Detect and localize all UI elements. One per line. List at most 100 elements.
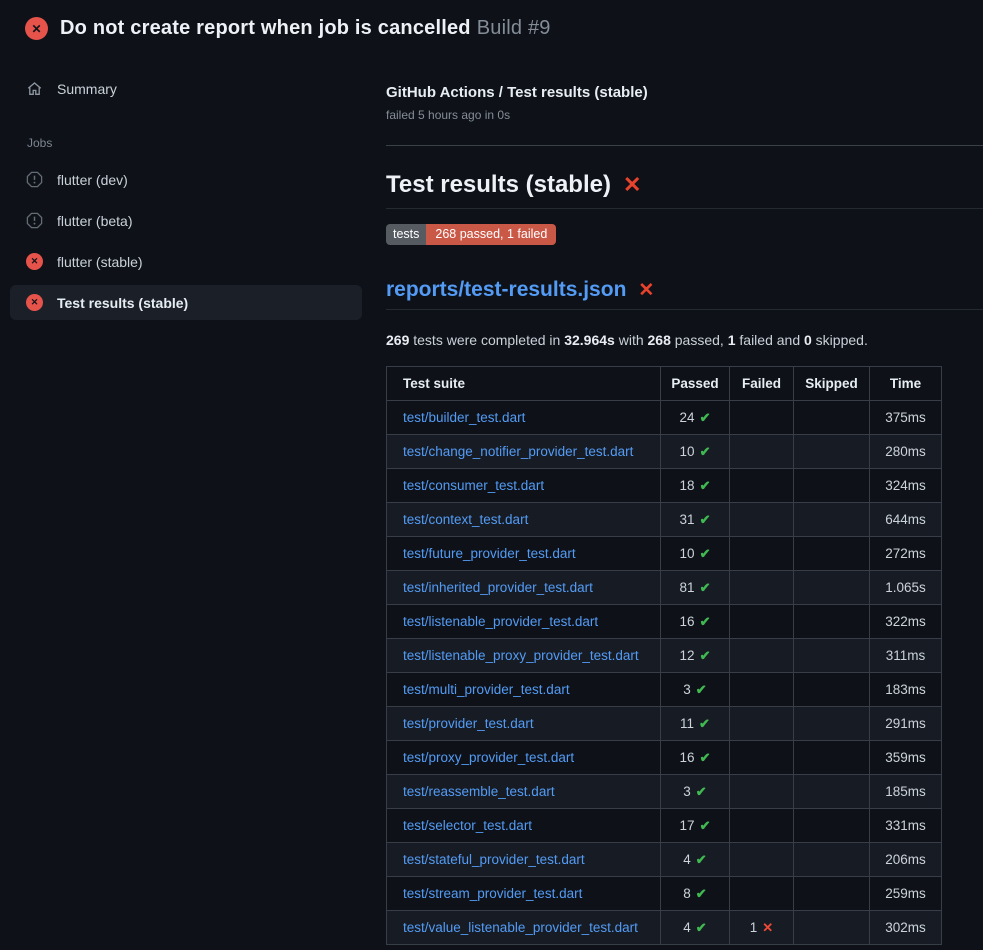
sidebar-item-summary[interactable]: Summary [10, 72, 362, 106]
skipped-cell [794, 435, 870, 469]
report-title: reports/test-results.json ✕ [386, 278, 983, 310]
check-icon: ✔ [700, 512, 711, 527]
suite-link[interactable]: test/multi_provider_test.dart [403, 682, 570, 697]
table-row: test/future_provider_test.dart10✔272ms [387, 537, 942, 571]
sidebar: Summary Jobs flutter (dev)flutter (beta)… [0, 54, 386, 326]
passed-cell: 8✔ [661, 877, 730, 911]
summary-segment: 268 [648, 332, 671, 348]
column-header-skipped: Skipped [794, 367, 870, 401]
suite-link[interactable]: test/listenable_proxy_provider_test.dart [403, 648, 639, 663]
check-icon: ✔ [696, 784, 707, 799]
passed-cell: 81✔ [661, 571, 730, 605]
sidebar-item-label: Summary [57, 81, 117, 97]
suite-link[interactable]: test/change_notifier_provider_test.dart [403, 444, 633, 459]
table-row: test/proxy_provider_test.dart16✔359ms [387, 741, 942, 775]
failed-cell [730, 605, 794, 639]
column-header-test-suite: Test suite [387, 367, 661, 401]
skipped-cell [794, 605, 870, 639]
suite-link[interactable]: test/context_test.dart [403, 512, 528, 527]
passed-cell: 18✔ [661, 469, 730, 503]
check-run-header: ✕ Do not create report when job is cance… [0, 0, 983, 54]
failed-cell [730, 571, 794, 605]
check-status-text: failed 5 hours ago in 0s [386, 108, 983, 122]
failed-cell [730, 877, 794, 911]
suite-link[interactable]: test/proxy_provider_test.dart [403, 750, 574, 765]
summary-segment: 32.964s [564, 332, 615, 348]
suite-link[interactable]: test/listenable_provider_test.dart [403, 614, 598, 629]
table-row: test/listenable_provider_test.dart16✔322… [387, 605, 942, 639]
failed-cell [730, 741, 794, 775]
time-cell: 359ms [870, 741, 942, 775]
suite-link[interactable]: test/selector_test.dart [403, 818, 532, 833]
failed-x-icon: ✕ [623, 172, 641, 198]
check-icon: ✔ [700, 478, 711, 493]
skipped-cell [794, 877, 870, 911]
check-icon: ✔ [700, 750, 711, 765]
sidebar-item-job[interactable]: flutter (dev) [10, 162, 362, 197]
suite-link[interactable]: test/reassemble_test.dart [403, 784, 555, 799]
summary-segment: skipped. [812, 332, 868, 348]
table-row: test/value_listenable_provider_test.dart… [387, 911, 942, 945]
table-row: test/selector_test.dart17✔331ms [387, 809, 942, 843]
test-summary: 269 tests were completed in 32.964s with… [386, 332, 983, 348]
table-header-row: Test suitePassedFailedSkippedTime [387, 367, 942, 401]
failed-cell [730, 469, 794, 503]
sidebar-item-job[interactable]: ✕Test results (stable) [10, 285, 362, 320]
time-cell: 291ms [870, 707, 942, 741]
skipped-cell [794, 401, 870, 435]
failed-cell [730, 707, 794, 741]
suite-link[interactable]: test/builder_test.dart [403, 410, 525, 425]
failed-cell: 1✕ [730, 911, 794, 945]
passed-cell: 17✔ [661, 809, 730, 843]
failed-cell [730, 639, 794, 673]
suite-link[interactable]: test/inherited_provider_test.dart [403, 580, 593, 595]
suite-link[interactable]: test/stream_provider_test.dart [403, 886, 582, 901]
check-content: GitHub Actions / Test results (stable) f… [386, 54, 983, 945]
failed-cell [730, 537, 794, 571]
time-cell: 375ms [870, 401, 942, 435]
sidebar-item-label: flutter (beta) [57, 213, 132, 229]
suite-link[interactable]: test/value_listenable_provider_test.dart [403, 920, 638, 935]
sidebar-item-label: flutter (dev) [57, 172, 128, 188]
skipped-cell [794, 707, 870, 741]
time-cell: 1.065s [870, 571, 942, 605]
time-cell: 302ms [870, 911, 942, 945]
suite-link[interactable]: test/consumer_test.dart [403, 478, 544, 493]
test-results-table: Test suitePassedFailedSkippedTime test/b… [386, 366, 942, 945]
column-header-passed: Passed [661, 367, 730, 401]
time-cell: 259ms [870, 877, 942, 911]
summary-segment: passed, [671, 332, 728, 348]
suite-link[interactable]: test/future_provider_test.dart [403, 546, 576, 561]
time-cell: 183ms [870, 673, 942, 707]
passed-cell: 3✔ [661, 673, 730, 707]
suite-link[interactable]: test/provider_test.dart [403, 716, 534, 731]
passed-cell: 24✔ [661, 401, 730, 435]
table-row: test/consumer_test.dart18✔324ms [387, 469, 942, 503]
page-title: Do not create report when job is cancell… [60, 17, 551, 40]
table-row: test/stateful_provider_test.dart4✔206ms [387, 843, 942, 877]
skipped-cell [794, 911, 870, 945]
table-row: test/multi_provider_test.dart 3✔ 183ms [387, 673, 942, 707]
sidebar-item-job[interactable]: flutter (beta) [10, 203, 362, 238]
failed-cell [730, 809, 794, 843]
sidebar-item-label: flutter (stable) [57, 254, 143, 270]
skipped-cell [794, 537, 870, 571]
skipped-cell [794, 571, 870, 605]
column-header-time: Time [870, 367, 942, 401]
time-cell: 644ms [870, 503, 942, 537]
check-icon: ✔ [700, 546, 711, 561]
sidebar-item-job[interactable]: ✕flutter (stable) [10, 244, 362, 279]
table-row: test/reassemble_test.dart3✔185ms [387, 775, 942, 809]
failed-cell [730, 503, 794, 537]
check-icon: ✔ [699, 716, 710, 731]
failed-x-icon: ✕ [638, 279, 654, 302]
suite-link[interactable]: test/stateful_provider_test.dart [403, 852, 585, 867]
sidebar-item-label: Test results (stable) [57, 295, 188, 311]
report-title-link[interactable]: reports/test-results.json [386, 278, 626, 302]
check-icon: ✔ [700, 648, 711, 663]
time-cell: 272ms [870, 537, 942, 571]
checks-page: ✕ Do not create report when job is cance… [0, 0, 983, 945]
summary-segment: tests were completed in [409, 332, 564, 348]
summary-segment: 269 [386, 332, 409, 348]
failed-cell [730, 843, 794, 877]
